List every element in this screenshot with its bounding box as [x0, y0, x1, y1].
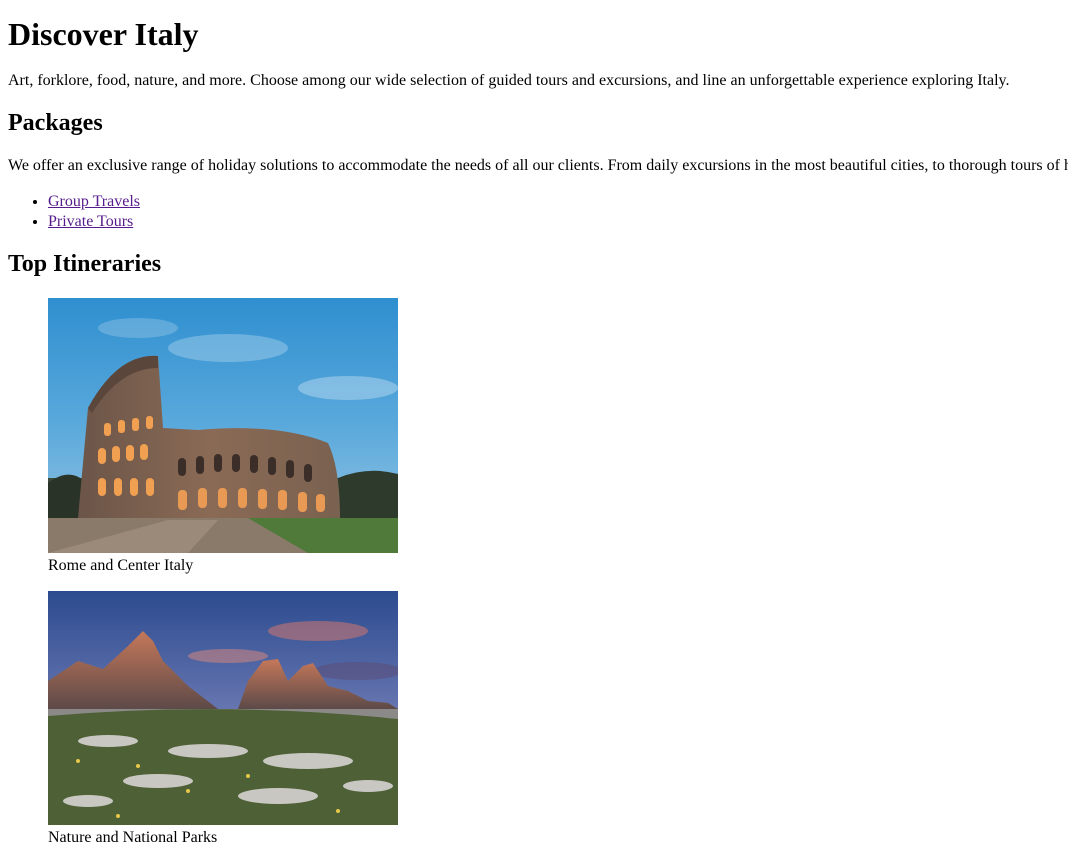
- group-travels-link[interactable]: Group Travels: [48, 193, 140, 210]
- package-links-list: Group Travels Private Tours: [8, 192, 1068, 232]
- itinerary-nature: Nature and National Parks: [48, 591, 1068, 847]
- itineraries-heading: Top Itineraries: [8, 251, 162, 277]
- itinerary-caption: Rome and Center Italy: [48, 557, 194, 574]
- colosseum-photo: [48, 298, 398, 553]
- itinerary-caption: Nature and National Parks: [48, 829, 218, 846]
- list-item: Group Travels: [48, 192, 1068, 212]
- private-tours-link[interactable]: Private Tours: [48, 213, 133, 230]
- page: Discover Italy Art, forklore, food, natu…: [0, 0, 1068, 847]
- itinerary-rome: Rome and Center Italy: [48, 298, 1068, 575]
- list-item: Private Tours: [48, 212, 1068, 232]
- packages-text: We offer an exclusive range of holiday s…: [8, 157, 1068, 174]
- intro-text: Art, forklore, food, nature, and more. C…: [8, 72, 1010, 89]
- page-title: Discover Italy: [8, 16, 199, 52]
- dolomites-photo: [48, 591, 398, 825]
- packages-heading: Packages: [8, 110, 103, 136]
